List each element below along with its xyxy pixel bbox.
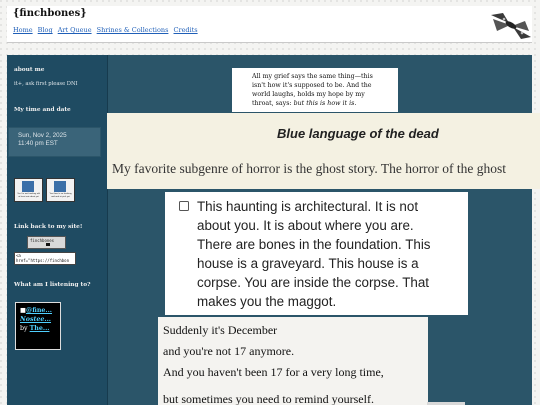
moth-icon xyxy=(491,13,531,39)
clock-widget: Sun, Nov 2, 2025 11:40 pm EST xyxy=(8,127,101,157)
nav-credits[interactable]: Credits xyxy=(174,26,198,34)
quote-line: throat, says: xyxy=(252,100,292,107)
haunting-line: house is a graveyard. This house is a xyxy=(197,256,419,271)
quote-line: All my grief says the same thing—this xyxy=(252,73,373,80)
post-excerpt: My favorite subgenre of horror is the gh… xyxy=(112,161,507,176)
quote-line: isn't how it's supposed to be. And the xyxy=(252,82,372,89)
stamp-2-image xyxy=(54,181,66,192)
nav-art-queue[interactable]: Art Queue xyxy=(58,26,92,34)
about-text: it+, ask first please DNI xyxy=(14,81,78,87)
post-title: Blue language of the dead xyxy=(277,126,439,141)
stamp-2-caption: Yes there's no freaking mid and sit pick… xyxy=(49,193,72,198)
haunting-post: This haunting is architectural. It is no… xyxy=(165,192,468,315)
checkbox-icon[interactable] xyxy=(179,201,189,211)
site-header: {finchbones} Home Blog Art Queue Shrines… xyxy=(7,6,532,43)
nav-shrines[interactable]: Shrines & Collections xyxy=(97,26,169,34)
site-title: {finchbones} xyxy=(13,8,87,19)
now-playing-widget: ■@fine... Nostee... by The... xyxy=(15,302,61,350)
sidebar: about me it+, ask first please DNI My ti… xyxy=(7,55,108,405)
music-heading: What am I listening to? xyxy=(14,282,91,288)
link-back-heading: Link back to my site! xyxy=(14,224,83,230)
december-line: but sometimes you need to remind yoursel… xyxy=(163,392,374,405)
haunting-line: There are bones in the foundation. This xyxy=(197,237,431,252)
current-date: Sun, Nov 2, 2025 xyxy=(18,132,67,139)
time-heading: My time and date xyxy=(14,107,71,113)
quote-emphasis: but this is how it is. xyxy=(293,100,357,107)
ghost-post: Blue language of the dead My favorite su… xyxy=(107,113,540,189)
haunting-line: about you. It is about where you are. xyxy=(197,218,414,233)
stamp-2[interactable]: Yes there's no freaking mid and sit pick… xyxy=(46,178,75,202)
site-button[interactable]: finchbones xyxy=(27,236,66,249)
current-time: 11:40 pm EST xyxy=(18,140,58,147)
stamp-1-image xyxy=(22,181,34,192)
nav-blog[interactable]: Blog xyxy=(38,26,53,34)
stamp-1[interactable]: Yes I'm not freaking old at least not ab… xyxy=(14,178,43,202)
stamp-1-caption: Yes I'm not freaking old at least not ab… xyxy=(17,193,40,198)
bird-icon xyxy=(46,243,50,246)
link-code-box[interactable]: <a href="https://finchbon xyxy=(14,252,76,265)
haunting-line: This haunting is architectural. It is no… xyxy=(197,199,419,214)
december-line: And you haven't been 17 for a very long … xyxy=(163,365,384,379)
artist-link[interactable]: The... xyxy=(30,325,50,332)
quote-line: world laughs, holds my hope by my xyxy=(252,91,365,98)
by-label: by xyxy=(20,325,28,332)
december-line: Suddenly it's December xyxy=(163,323,278,337)
haunting-line: makes you the maggot. xyxy=(197,294,337,309)
december-line: and you're not 17 anymore. xyxy=(163,344,295,358)
haunting-line: corpse. You are inside the corpse. That xyxy=(197,275,430,290)
about-heading: about me xyxy=(14,67,45,73)
december-post: Suddenly it's December and you're not 17… xyxy=(158,317,428,405)
nav-home[interactable]: Home xyxy=(13,26,33,34)
site-button-label: finchbones xyxy=(30,238,55,243)
song-link[interactable]: @fine... xyxy=(26,307,52,314)
quote-post: All my grief says the same thing—this is… xyxy=(232,68,398,112)
album-link[interactable]: Nostee... xyxy=(20,316,51,323)
main-nav: Home Blog Art Queue Shrines & Collection… xyxy=(13,26,201,34)
